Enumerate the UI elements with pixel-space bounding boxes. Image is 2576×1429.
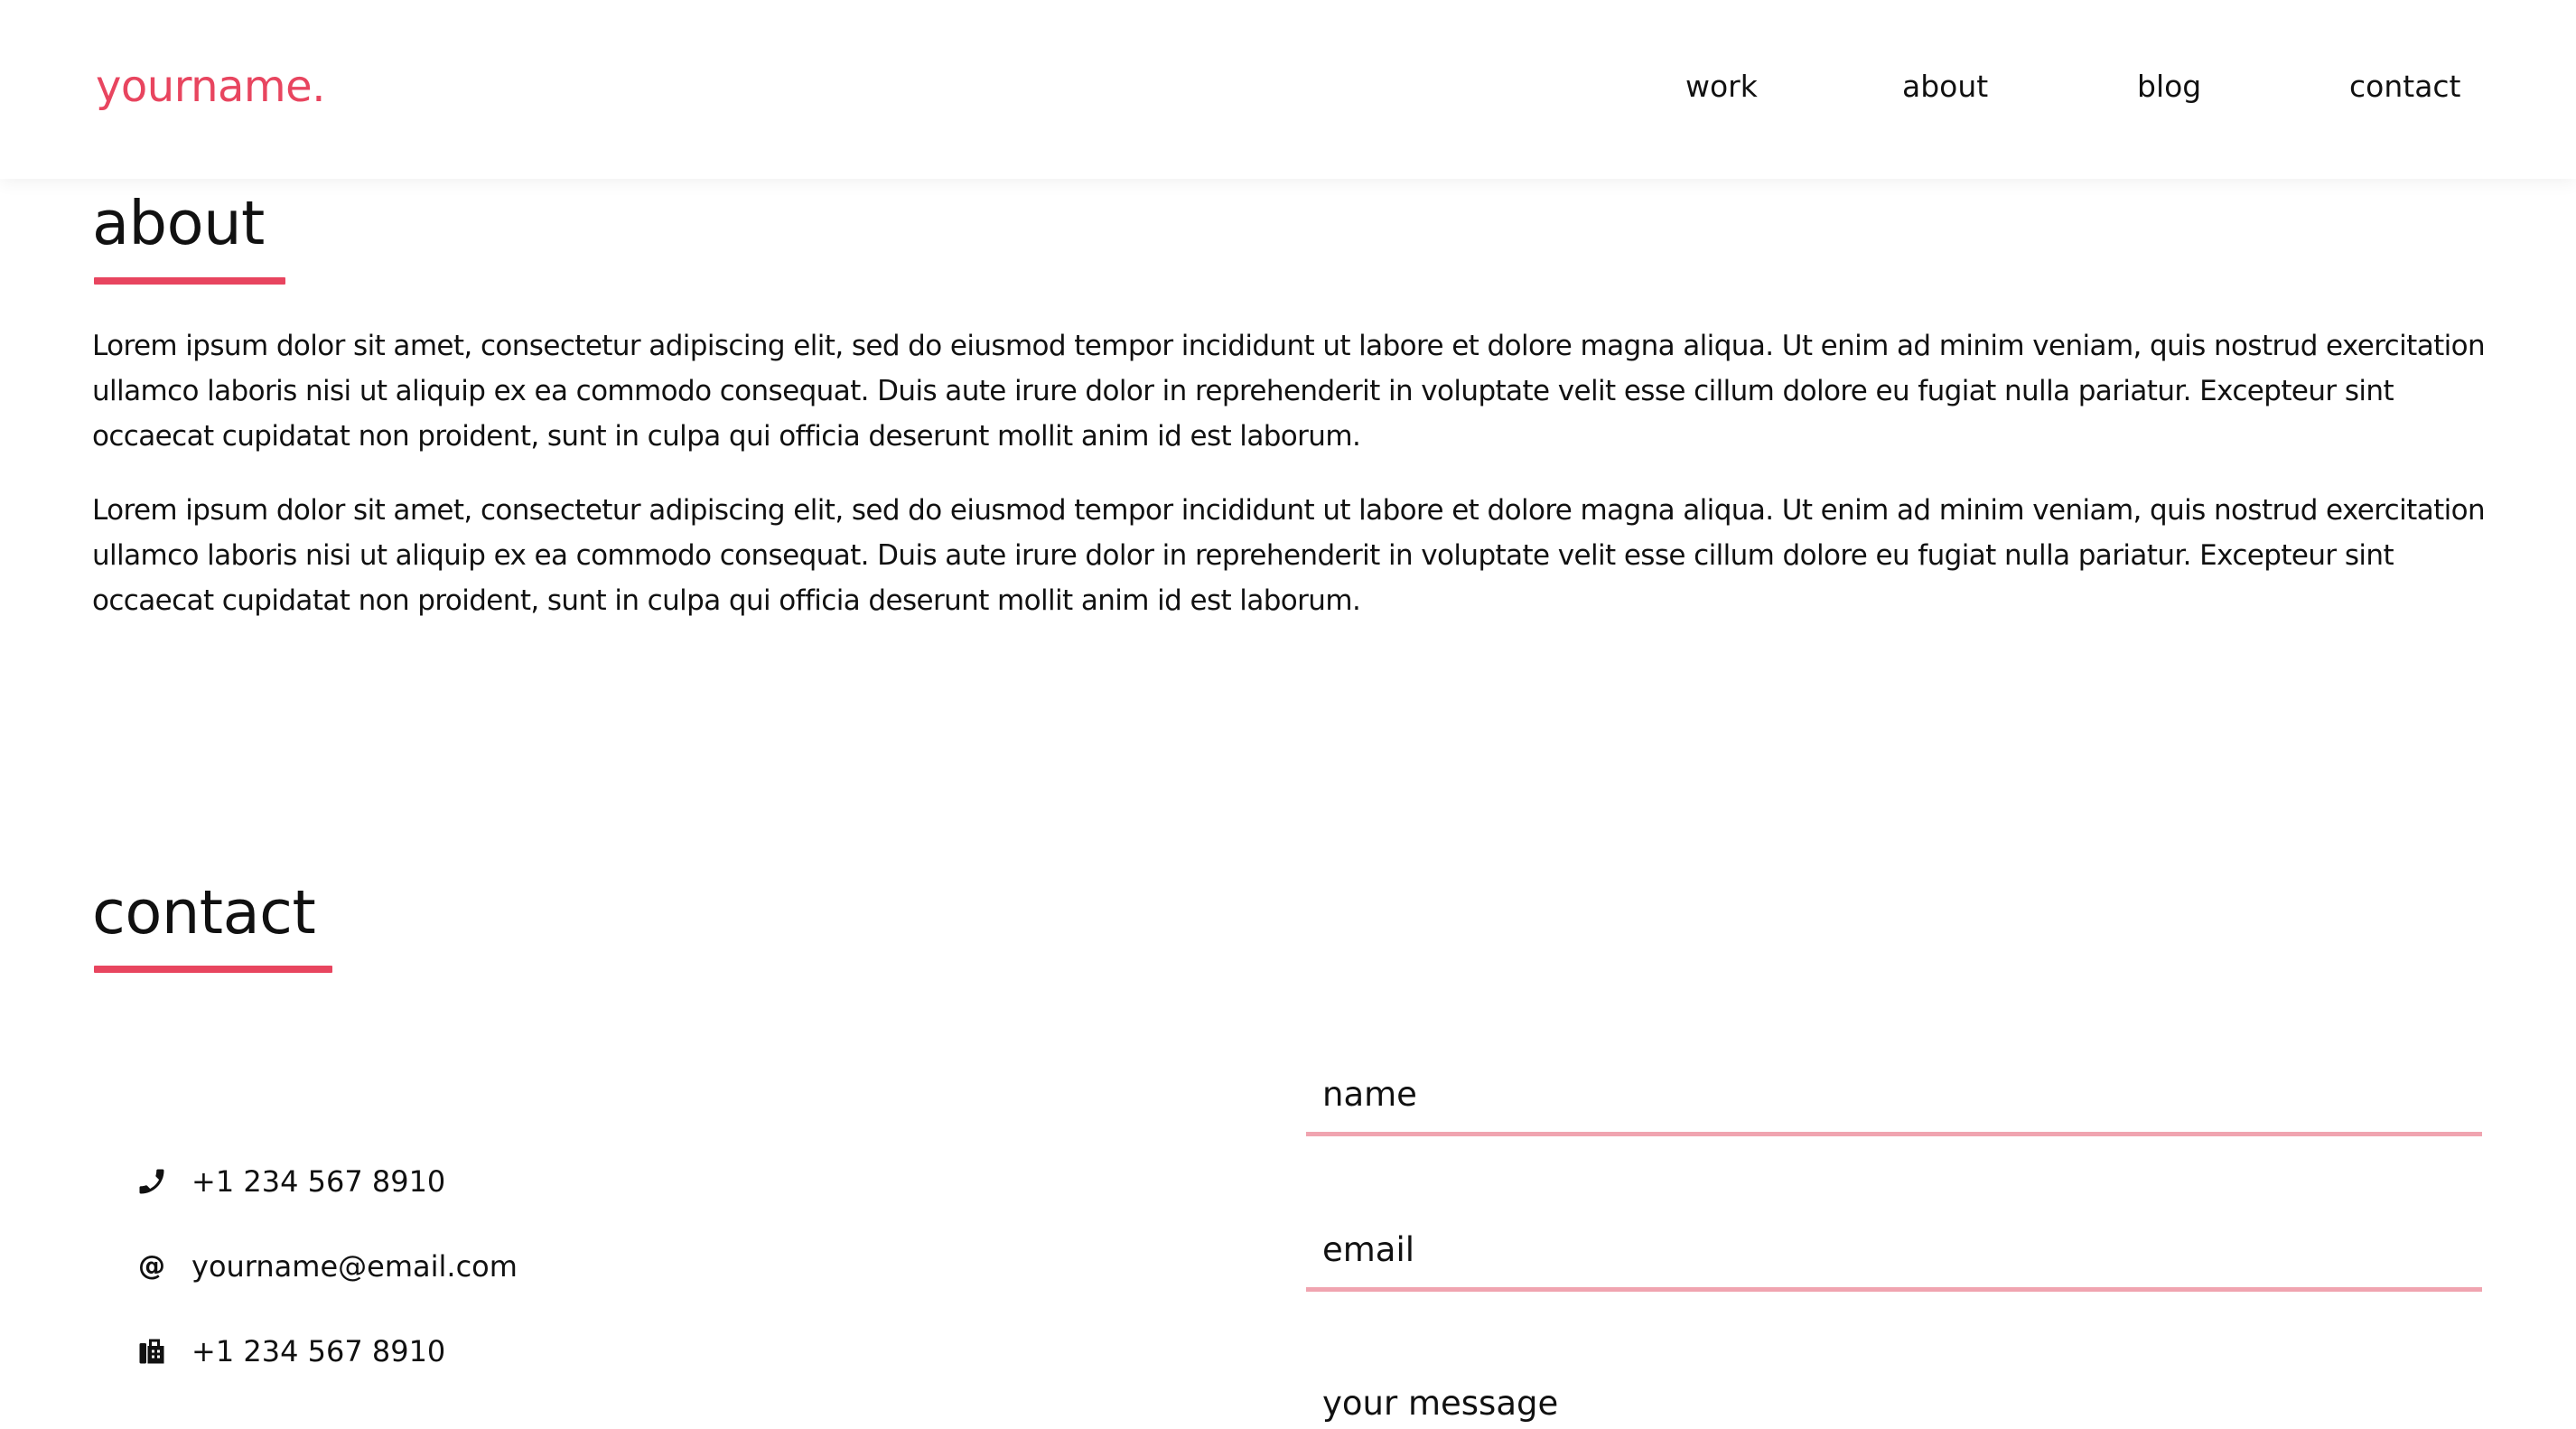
- nav-link-contact[interactable]: contact: [2349, 65, 2461, 108]
- contact-phone[interactable]: +1 234 567 8910: [135, 1159, 445, 1204]
- contact-phone-text: +1 234 567 8910: [191, 1164, 446, 1199]
- about-paragraph: Lorem ipsum dolor sit amet, consectetur …: [92, 494, 2486, 617]
- at-icon: @: [138, 1250, 165, 1282]
- about-paragraph: Lorem ipsum dolor sit amet, consectetur …: [92, 330, 2486, 453]
- fax-icon: [139, 1339, 164, 1364]
- contact-fax-text: +1 234 567 8910: [191, 1334, 446, 1368]
- contact-email[interactable]: @ yourname@email.com: [135, 1244, 518, 1289]
- contact-heading-underline: [94, 966, 332, 973]
- nav-link-work[interactable]: work: [1685, 65, 1758, 108]
- about-heading-underline: [94, 277, 285, 285]
- svg-text:@: @: [138, 1250, 165, 1282]
- phone-icon: [139, 1169, 164, 1194]
- nav-link-blog[interactable]: blog: [2137, 65, 2201, 108]
- site-header: yourname. work about blog contact: [0, 0, 2576, 179]
- message-field-placeholder[interactable]: your message: [1322, 1378, 1558, 1429]
- contact-email-text: yourname@email.com: [191, 1249, 518, 1284]
- contact-heading: contact: [92, 877, 316, 948]
- about-heading: about: [92, 188, 265, 258]
- contact-fax[interactable]: +1 234 567 8910: [135, 1329, 445, 1374]
- name-field-placeholder[interactable]: name: [1322, 1069, 1417, 1120]
- nav-link-about[interactable]: about: [1902, 65, 1988, 108]
- name-field-underline: [1306, 1132, 2482, 1136]
- email-field-underline: [1306, 1287, 2482, 1292]
- site-logo[interactable]: yourname.: [96, 60, 325, 114]
- email-field-placeholder[interactable]: email: [1322, 1225, 1414, 1275]
